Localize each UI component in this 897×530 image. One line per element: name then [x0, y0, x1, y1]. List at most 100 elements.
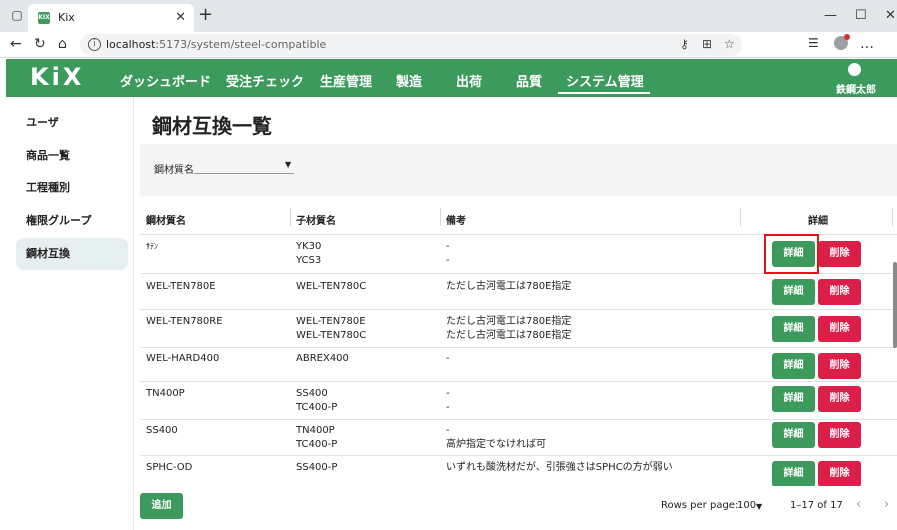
cell-notes: ただし古河電工は780E指定 — [446, 281, 572, 292]
favicon-icon: KIX — [38, 12, 50, 24]
url-text: localhost:5173/system/steel-compatible — [106, 38, 327, 51]
app-install-icon[interactable]: ⊞ — [702, 37, 712, 51]
app-logo[interactable]: KiX — [30, 63, 84, 91]
cell-child-material: WEL-TEN780C — [296, 281, 367, 292]
cell-notes: いずれも酸洗材だが、引張強さはSPHCの方が弱い — [446, 462, 673, 473]
detail-button[interactable]: 詳細 — [772, 461, 815, 486]
delete-button[interactable]: 削除 — [818, 353, 861, 379]
cell-steel-name: ｻﾃﾝ — [146, 242, 158, 251]
detail-button[interactable]: 詳細 — [772, 353, 815, 379]
delete-button[interactable]: 削除 — [818, 422, 861, 448]
tab-title: Kix — [58, 11, 75, 24]
nav-system-admin[interactable]: システム管理 — [566, 71, 644, 90]
chevron-down-icon[interactable]: ▼ — [756, 502, 762, 511]
delete-button[interactable]: 削除 — [818, 461, 861, 486]
cell-steel-name: WEL-TEN780RE — [146, 316, 223, 327]
cell-notes: - — [446, 353, 450, 364]
column-divider — [740, 208, 741, 226]
table-row: SPHC-OD SS400-P いずれも酸洗材だが、引張強さはSPHCの方が弱い… — [140, 456, 897, 486]
sidebar-item-products[interactable]: 商品一覧 — [16, 140, 128, 172]
cell-child-material: TN400P TC400-P — [296, 425, 338, 450]
sidebar-item-steel-compatible[interactable]: 鋼材互換 — [16, 238, 128, 270]
steel-compatible-table: 鋼材質名 子材質名 備考 詳細 ｻﾃﾝ YK30 YCS3 -- 詳細 削除 WE… — [140, 200, 897, 486]
table-scrollbar[interactable] — [893, 262, 897, 348]
url-field[interactable]: i localhost:5173/system/steel-compatible… — [80, 34, 742, 56]
cell-notes: - 高炉指定でなければ可 — [446, 425, 546, 450]
delete-button[interactable]: 削除 — [818, 386, 861, 412]
detail-button[interactable]: 詳細 — [772, 316, 815, 342]
detail-button[interactable]: 詳細 — [772, 386, 815, 412]
home-icon[interactable]: ⌂ — [58, 36, 67, 52]
cell-notes: -- — [446, 388, 450, 413]
cell-child-material: SS400-P — [296, 462, 338, 473]
header-detail: 詳細 — [808, 216, 828, 227]
cell-child-material: SS400 TC400-P — [296, 388, 338, 413]
window-close-icon[interactable]: ✕ — [885, 8, 896, 23]
browser-tab-strip: ▢ KIX Kix ✕ + — ☐ ✕ — [0, 0, 897, 32]
back-icon[interactable]: ← — [10, 36, 22, 52]
browser-tab[interactable]: KIX Kix ✕ — [28, 4, 194, 32]
column-divider — [440, 208, 441, 226]
app-header: KiX ダッシュボード 受注チェック 生産管理 製造 出荷 品質 システム管理 … — [6, 59, 897, 97]
maximize-icon[interactable]: ☐ — [855, 8, 867, 23]
rows-per-page-label: Rows per page: — [661, 500, 739, 511]
sidebar-item-users[interactable]: ユーザ — [16, 107, 128, 139]
sidebar-item-permission-groups[interactable]: 権限グループ — [16, 205, 128, 237]
detail-button[interactable]: 詳細 — [772, 422, 815, 448]
chevron-down-icon[interactable]: ▼ — [285, 160, 291, 169]
nav-production[interactable]: 生産管理 — [320, 71, 372, 90]
cell-child-material: WEL-TEN780E WEL-TEN780C — [296, 316, 367, 341]
favorites-icon[interactable]: ☰ — [808, 36, 819, 50]
address-bar-row: ← ↻ ⌂ i localhost:5173/system/steel-comp… — [0, 32, 897, 58]
nav-shipping[interactable]: 出荷 — [456, 71, 482, 90]
add-button[interactable]: 追加 — [140, 493, 183, 519]
cell-steel-name: WEL-TEN780E — [146, 281, 216, 292]
header-child-material: 子材質名 — [296, 216, 336, 227]
pagination-range: 1–17 of 17 — [790, 500, 843, 511]
tab-actions-icon[interactable]: ▢ — [10, 8, 24, 22]
table-row: TN400P SS400 TC400-P -- 詳細 削除 — [140, 382, 897, 420]
prev-page-icon[interactable]: ‹ — [856, 497, 861, 512]
new-tab-icon[interactable]: + — [198, 6, 213, 24]
user-icon[interactable] — [848, 63, 861, 76]
active-nav-indicator — [558, 92, 650, 94]
key-icon[interactable]: ⚷ — [680, 37, 689, 51]
notification-dot — [844, 34, 850, 40]
nav-manufacturing[interactable]: 製造 — [396, 71, 422, 90]
delete-button[interactable]: 削除 — [818, 241, 861, 267]
filter-label: 鋼材質名 — [154, 165, 194, 176]
reload-icon[interactable]: ↻ — [34, 36, 46, 52]
cell-child-material: ABREX400 — [296, 353, 349, 364]
delete-button[interactable]: 削除 — [818, 316, 861, 342]
nav-quality[interactable]: 品質 — [516, 71, 542, 90]
cell-steel-name: WEL-HARD400 — [146, 353, 220, 364]
table-row: SS400 TN400P TC400-P - 高炉指定でなければ可 詳細 削除 — [140, 420, 897, 456]
nav-dashboard[interactable]: ダッシュボード — [120, 71, 211, 90]
column-divider — [892, 208, 893, 226]
page-title: 鋼材互換一覧 — [152, 114, 272, 138]
minimize-icon[interactable]: — — [824, 8, 837, 23]
tab-close-icon[interactable]: ✕ — [175, 10, 186, 25]
sidebar-item-process-types[interactable]: 工程種別 — [16, 172, 128, 204]
next-page-icon[interactable]: › — [884, 497, 889, 512]
cell-steel-name: TN400P — [146, 388, 185, 399]
filter-panel: 鋼材質名 ▼ — [140, 144, 897, 196]
favorite-star-icon[interactable]: ☆ — [724, 37, 735, 51]
header-notes: 備考 — [446, 216, 466, 227]
cell-steel-name: SS400 — [146, 425, 178, 436]
cell-steel-name: SPHC-OD — [146, 462, 193, 473]
rows-per-page-select[interactable]: 100 — [737, 500, 756, 511]
user-name[interactable]: 鉄鋼太郎 — [836, 81, 876, 96]
sidebar: ユーザ 商品一覧 工程種別 権限グループ 鋼材互換 — [6, 97, 134, 530]
steel-name-select[interactable] — [194, 160, 294, 174]
table-row: WEL-TEN780RE WEL-TEN780E WEL-TEN780C ただし古… — [140, 310, 897, 348]
table-row: WEL-HARD400 ABREX400 - 詳細 削除 — [140, 348, 897, 382]
column-divider — [290, 208, 291, 226]
cell-notes: -- — [446, 241, 450, 266]
detail-button[interactable]: 詳細 — [772, 279, 815, 305]
delete-button[interactable]: 削除 — [818, 279, 861, 305]
site-info-icon[interactable]: i — [88, 38, 101, 51]
nav-order-check[interactable]: 受注チェック — [226, 71, 304, 90]
more-menu-icon[interactable]: … — [860, 36, 874, 52]
table-row: WEL-TEN780E WEL-TEN780C ただし古河電工は780E指定 詳… — [140, 274, 897, 310]
